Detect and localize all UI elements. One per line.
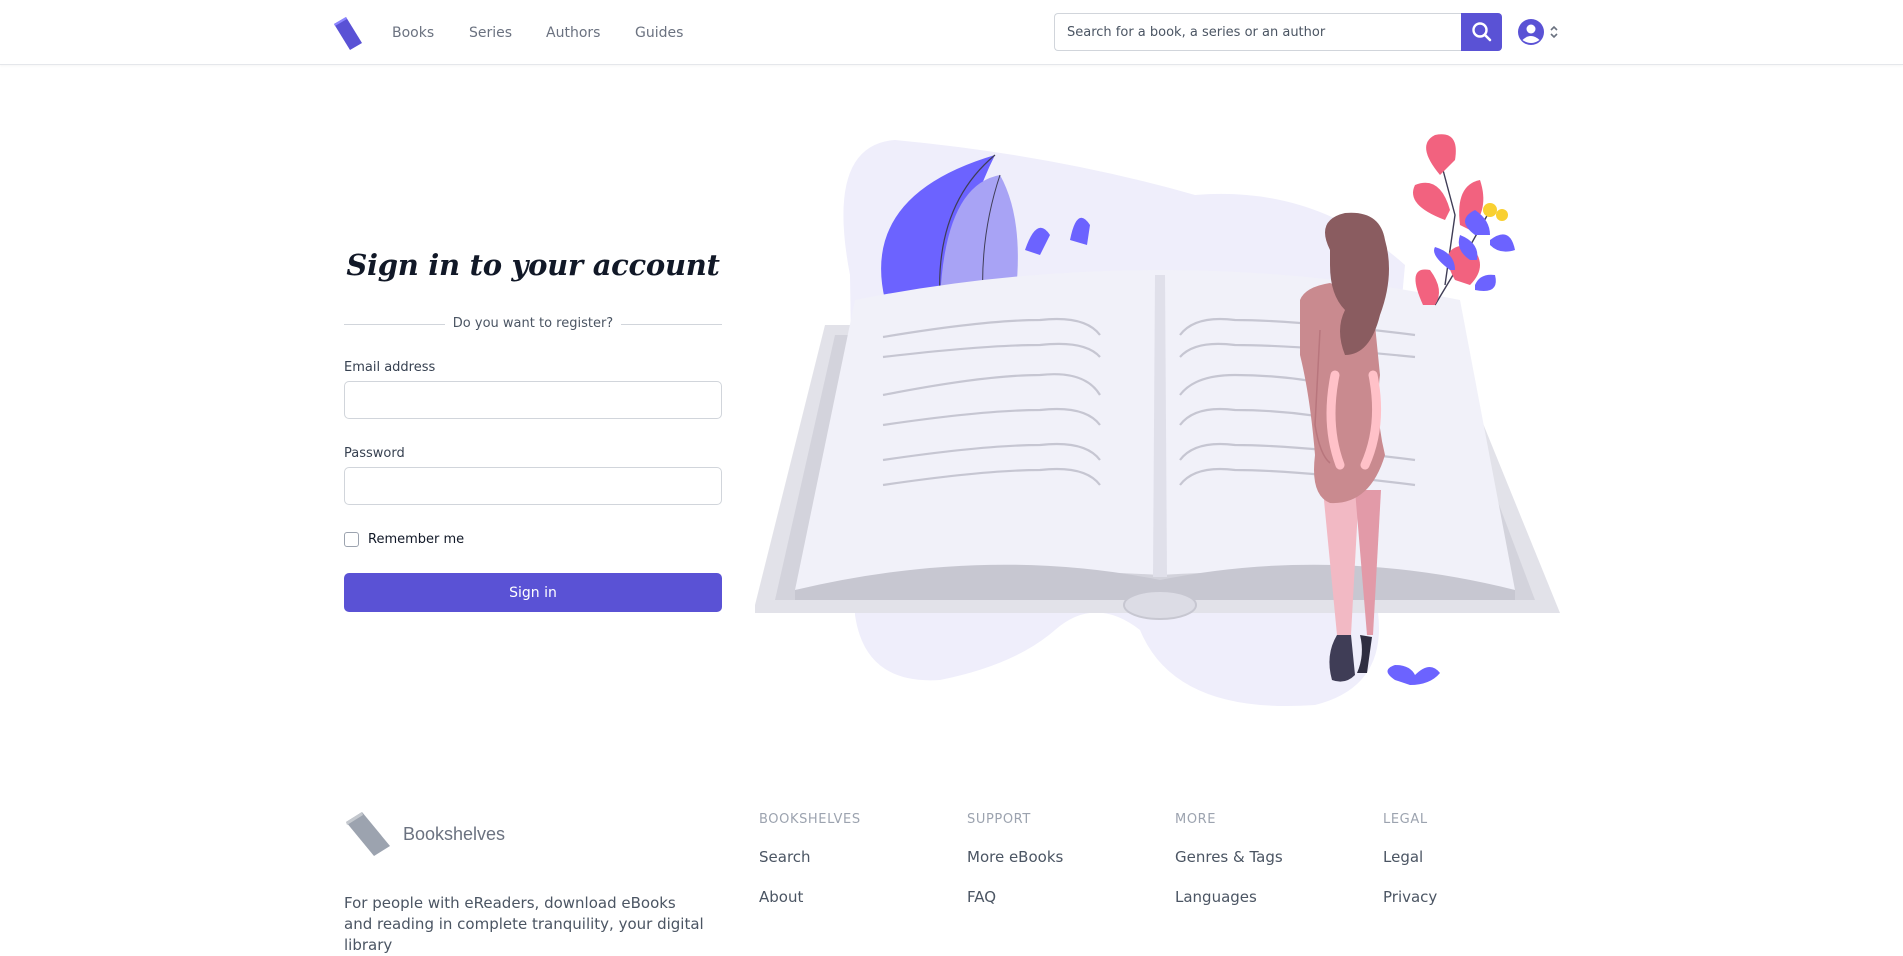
footer-link-search[interactable]: Search: [759, 848, 861, 868]
user-menu-button[interactable]: [1517, 18, 1561, 46]
user-circle-icon: [1518, 19, 1544, 45]
email-label: Email address: [344, 360, 436, 375]
footer-link-more-ebooks[interactable]: More eBooks: [967, 848, 1063, 868]
footer-column-bookshelves: BOOKSHELVES Search About: [759, 812, 861, 928]
search-icon: [1472, 22, 1492, 42]
footer-column-support: SUPPORT More eBooks FAQ: [967, 812, 1063, 928]
password-label: Password: [344, 446, 405, 461]
page-title: Sign in to your account: [346, 248, 720, 282]
top-navbar: Books Series Authors Guides: [0, 0, 1903, 65]
remember-me-label[interactable]: Remember me: [368, 532, 464, 547]
footer-link-languages[interactable]: Languages: [1175, 888, 1283, 908]
nav-link-guides[interactable]: Guides: [635, 25, 683, 41]
register-link[interactable]: Do you want to register?: [344, 316, 722, 331]
register-divider: Do you want to register?: [344, 314, 722, 334]
footer-link-faq[interactable]: FAQ: [967, 888, 1063, 908]
footer-column-legal: LEGAL Legal Privacy: [1383, 812, 1437, 928]
footer-link-genres-tags[interactable]: Genres & Tags: [1175, 848, 1283, 868]
search-button[interactable]: [1461, 13, 1502, 51]
footer-heading: LEGAL: [1383, 812, 1428, 827]
nav-link-books[interactable]: Books: [392, 25, 434, 41]
nav-link-series[interactable]: Series: [469, 25, 512, 41]
sign-in-button[interactable]: Sign in: [344, 573, 722, 612]
footer-link-legal[interactable]: Legal: [1383, 848, 1437, 868]
search-input[interactable]: [1054, 13, 1462, 51]
footer-link-privacy[interactable]: Privacy: [1383, 888, 1437, 908]
search-bar: [1054, 13, 1502, 51]
book-logo-icon[interactable]: [331, 15, 365, 51]
footer-heading: MORE: [1175, 812, 1217, 827]
footer-heading: SUPPORT: [967, 812, 1031, 827]
footer-column-more: MORE Genres & Tags Languages: [1175, 812, 1283, 928]
nav-link-authors[interactable]: Authors: [546, 25, 600, 41]
footer-link-about[interactable]: About: [759, 888, 861, 908]
woman-reading-open-book-illustration: [755, 134, 1560, 707]
password-field[interactable]: [344, 467, 722, 505]
footer-heading: BOOKSHELVES: [759, 812, 861, 827]
footer-brand-name: Bookshelves: [403, 824, 506, 844]
footer-book-logo-icon: [346, 812, 390, 856]
remember-me-checkbox[interactable]: [344, 532, 359, 547]
footer-tagline: For people with eReaders, download eBook…: [344, 894, 704, 954]
chevron-up-down-icon: [1550, 25, 1558, 39]
email-field[interactable]: [344, 381, 722, 419]
